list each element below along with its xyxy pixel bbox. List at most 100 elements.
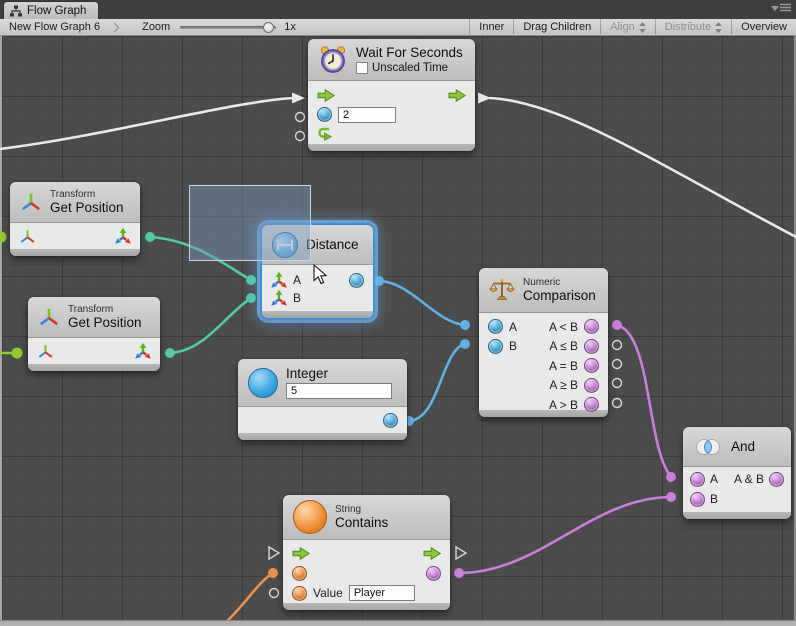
comparison-input-a-port[interactable] bbox=[488, 319, 503, 334]
seconds-field[interactable] bbox=[338, 107, 396, 123]
node-footer bbox=[10, 249, 140, 256]
distance-output-port[interactable] bbox=[349, 273, 364, 288]
alarm-clock-icon bbox=[318, 45, 348, 75]
output-port-a-gte-b[interactable] bbox=[584, 378, 599, 393]
node-header: Numeric Comparison bbox=[479, 268, 608, 313]
align-dropdown[interactable]: Align bbox=[600, 19, 654, 35]
canvas-left-border bbox=[0, 36, 2, 620]
integer-output-port[interactable] bbox=[383, 413, 398, 428]
pane-menu-icon[interactable] bbox=[771, 3, 791, 12]
toolbar: New Flow Graph 6 Zoom 1x Inner Drag Chil… bbox=[0, 19, 796, 36]
node-get-position-2[interactable]: Transform Get Position bbox=[28, 297, 160, 371]
node-header: String Contains bbox=[283, 495, 450, 540]
output-label-a-gt-b: A > B bbox=[549, 398, 578, 412]
node-title: Get Position bbox=[50, 200, 124, 215]
node-body: A A & B B bbox=[683, 467, 791, 512]
tab-flow-graph[interactable]: Flow Graph bbox=[3, 1, 99, 19]
node-footer bbox=[308, 144, 475, 151]
node-body bbox=[308, 81, 475, 144]
flow-graph-window: Flow Graph New Flow Graph 6 Zoom 1x Inne… bbox=[0, 0, 796, 626]
node-header: Transform Get Position bbox=[10, 182, 140, 223]
tab-bar: Flow Graph bbox=[0, 0, 796, 19]
comparison-input-b-port[interactable] bbox=[488, 339, 503, 354]
value-label: Value bbox=[313, 586, 343, 600]
breadcrumb[interactable]: New Flow Graph 6 bbox=[0, 19, 109, 35]
seconds-port[interactable] bbox=[317, 107, 332, 122]
node-subtitle: Transform bbox=[68, 304, 142, 315]
vector3-output-port[interactable] bbox=[115, 228, 131, 244]
coroutine-loop-icon[interactable] bbox=[317, 126, 333, 141]
node-body bbox=[28, 338, 160, 364]
node-body bbox=[238, 407, 407, 433]
and-input-a-port[interactable] bbox=[690, 472, 705, 487]
node-integer[interactable]: Integer bbox=[238, 359, 407, 440]
transform-input-port[interactable] bbox=[19, 229, 36, 244]
string-circle-icon bbox=[293, 500, 327, 534]
node-title: Contains bbox=[335, 515, 388, 530]
node-subtitle: Numeric bbox=[523, 277, 596, 288]
vector3-input-port-a[interactable] bbox=[271, 272, 287, 288]
unscaled-time-checkbox[interactable] bbox=[356, 62, 368, 74]
contains-result-port[interactable] bbox=[426, 566, 441, 581]
node-footer bbox=[683, 512, 791, 519]
zoom-slider[interactable] bbox=[180, 21, 276, 33]
overview-button[interactable]: Overview bbox=[731, 19, 796, 35]
distribute-dropdown[interactable]: Distribute bbox=[655, 19, 731, 35]
output-label-a-gte-b: A ≥ B bbox=[549, 378, 578, 392]
toolbar-right-group: Inner Drag Children Align Distribute Ove… bbox=[469, 19, 796, 35]
tab-title: Flow Graph bbox=[27, 5, 86, 17]
output-port-a-lt-b[interactable] bbox=[584, 319, 599, 334]
inner-button[interactable]: Inner bbox=[469, 19, 513, 35]
breadcrumb-chevron-icon bbox=[110, 22, 120, 32]
port-label-a: A bbox=[509, 320, 517, 334]
output-label-a-lte-b: A ≤ B bbox=[549, 339, 578, 353]
flow-input-port[interactable] bbox=[317, 89, 335, 102]
transform-axes-icon bbox=[38, 307, 60, 327]
flow-output-port[interactable] bbox=[423, 547, 441, 560]
checkbox-label: Unscaled Time bbox=[372, 62, 448, 75]
node-title: Wait For Seconds bbox=[356, 45, 463, 60]
output-port-a-lte-b[interactable] bbox=[584, 339, 599, 354]
node-subtitle: Transform bbox=[50, 189, 124, 200]
node-body bbox=[10, 223, 140, 249]
flow-input-port[interactable] bbox=[292, 547, 310, 560]
output-label-a-and-b: A & B bbox=[734, 472, 764, 486]
transform-input-port[interactable] bbox=[37, 344, 54, 359]
node-header: And bbox=[683, 427, 791, 467]
node-header: Integer bbox=[238, 359, 407, 407]
node-string-contains[interactable]: String Contains Value bbox=[283, 495, 450, 610]
port-label-b: B bbox=[710, 492, 718, 506]
flow-output-port[interactable] bbox=[448, 89, 466, 102]
vector3-output-port[interactable] bbox=[135, 343, 151, 359]
node-footer bbox=[238, 433, 407, 440]
node-title: Integer bbox=[286, 366, 397, 381]
node-title: And bbox=[731, 439, 755, 454]
node-and[interactable]: And A A & B B bbox=[683, 427, 791, 519]
node-wait-for-seconds[interactable]: Wait For Seconds Unscaled Time bbox=[308, 39, 475, 151]
string-input-port[interactable] bbox=[292, 566, 307, 581]
value-input-port[interactable] bbox=[292, 586, 307, 601]
zoom-label: Zoom bbox=[142, 21, 170, 33]
output-port-a-eq-b[interactable] bbox=[584, 358, 599, 373]
node-header: Wait For Seconds Unscaled Time bbox=[308, 39, 475, 81]
popup-arrows-icon bbox=[715, 22, 722, 33]
node-get-position-1[interactable]: Transform Get Position bbox=[10, 182, 140, 256]
and-output-port[interactable] bbox=[769, 472, 784, 487]
node-footer bbox=[283, 603, 450, 610]
port-label-b: B bbox=[293, 291, 301, 305]
and-input-b-port[interactable] bbox=[690, 492, 705, 507]
zoom-slider-track[interactable] bbox=[180, 26, 276, 29]
drag-children-button[interactable]: Drag Children bbox=[513, 19, 600, 35]
node-body: A A < B B A ≤ B A = B A ≥ B A > B bbox=[479, 313, 608, 410]
integer-value-field[interactable] bbox=[286, 383, 392, 399]
flow-graph-icon bbox=[10, 5, 22, 17]
node-subtitle: String bbox=[335, 504, 388, 515]
hamburger-icon bbox=[780, 3, 791, 12]
node-title: Get Position bbox=[68, 315, 142, 330]
dropdown-arrow-icon bbox=[771, 4, 779, 12]
zoom-slider-knob[interactable] bbox=[263, 22, 274, 33]
node-numeric-comparison[interactable]: Numeric Comparison A A < B B A ≤ B A = B bbox=[479, 268, 608, 417]
node-title: Distance bbox=[306, 237, 359, 252]
value-field[interactable] bbox=[349, 585, 415, 601]
vector3-input-port-b[interactable] bbox=[271, 290, 287, 306]
